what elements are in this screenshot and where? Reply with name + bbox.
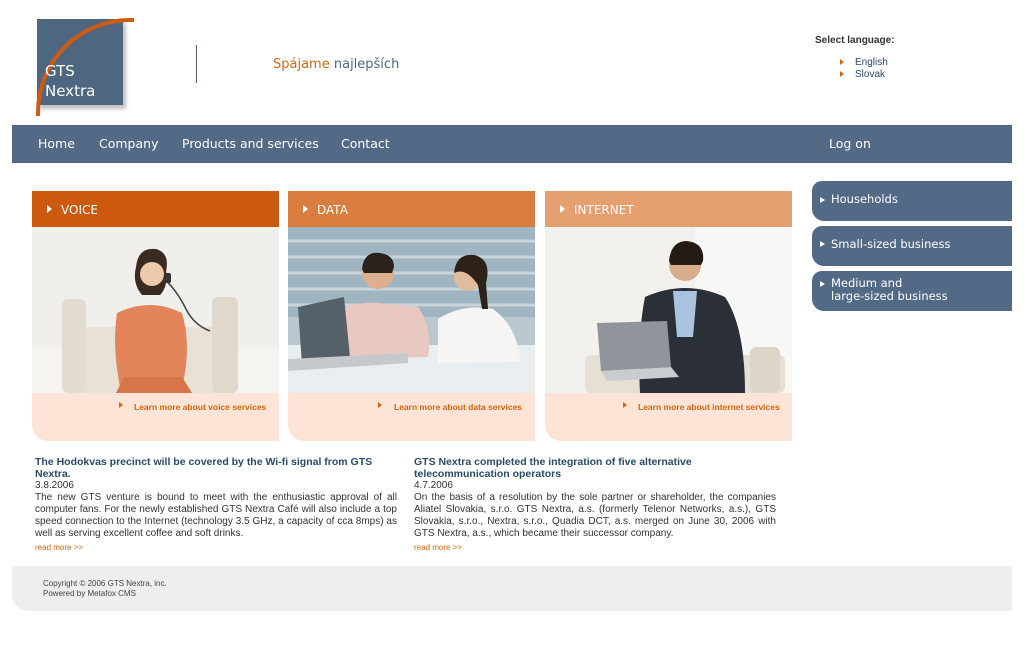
footer: Copyright © 2006 GTS Nextra, inc. Powere… xyxy=(12,566,1012,611)
nav-products-and-services[interactable]: Products and services xyxy=(182,136,319,151)
powered-by-text[interactable]: Powered by Metafox CMS xyxy=(43,589,136,598)
data-photo xyxy=(288,227,535,393)
language-option-english[interactable]: English xyxy=(840,57,888,69)
nav-log-on[interactable]: Log on xyxy=(829,136,871,151)
news-body: The new GTS venture is bound to meet wit… xyxy=(35,492,397,539)
internet-photo xyxy=(545,227,792,393)
news-title[interactable]: The Hodokvas precinct will be covered by… xyxy=(35,456,397,480)
bullet-arrow-icon xyxy=(840,71,844,77)
service-footer: Learn more about internet services xyxy=(545,393,792,441)
read-more-link[interactable]: read more >> xyxy=(414,542,462,554)
nav-contact[interactable]: Contact xyxy=(341,136,390,151)
voice-photo xyxy=(32,227,279,393)
language-list: English Slovak xyxy=(840,57,888,81)
nav-home[interactable]: Home xyxy=(38,136,75,151)
news-title[interactable]: GTS Nextra completed the integration of … xyxy=(414,456,776,480)
side-button-label: Medium and large-sized business xyxy=(831,277,948,303)
service-data: DATA Learn more about data services xyxy=(288,191,535,441)
play-arrow-icon xyxy=(303,205,308,213)
play-arrow-icon xyxy=(560,205,565,213)
side-button-small-business[interactable]: Small-sized business xyxy=(812,226,1012,266)
learn-more-internet-link[interactable]: Learn more about internet services xyxy=(638,402,780,412)
read-more-link[interactable]: read more >> xyxy=(35,542,83,554)
side-button-label: Households xyxy=(831,192,898,206)
language-option-slovak[interactable]: Slovak xyxy=(840,69,888,81)
learn-more-voice-link[interactable]: Learn more about voice services xyxy=(134,402,266,412)
news-body: On the basis of a resolution by the sole… xyxy=(414,492,776,539)
slogan-part1: Spájame xyxy=(273,57,330,72)
service-footer: Learn more about voice services xyxy=(32,393,279,441)
language-label: English xyxy=(855,57,888,68)
service-header-data[interactable]: DATA xyxy=(288,191,535,227)
service-title: DATA xyxy=(317,203,348,217)
side-button-households[interactable]: Households xyxy=(812,181,1012,221)
news-item: GTS Nextra completed the integration of … xyxy=(414,456,776,554)
side-button-label-line1: Medium and xyxy=(831,276,903,290)
side-button-medium-large-business[interactable]: Medium and large-sized business xyxy=(812,271,1012,311)
slogan-part2: najlepších xyxy=(333,57,400,72)
learn-more-data-link[interactable]: Learn more about data services xyxy=(394,402,522,412)
copyright-text: Copyright © 2006 GTS Nextra, inc. xyxy=(43,579,167,588)
news-date: 3.8.2006 xyxy=(35,480,74,491)
service-voice: VOICE Learn more about voice services xyxy=(32,191,279,441)
service-title: INTERNET xyxy=(574,203,634,217)
logo[interactable]: GTS Nextra xyxy=(30,15,134,116)
logo-text-line2: Nextra xyxy=(45,82,96,100)
play-arrow-icon xyxy=(820,241,825,247)
language-label: Slovak xyxy=(855,69,886,80)
language-title: Select language: xyxy=(815,35,895,46)
service-header-voice[interactable]: VOICE xyxy=(32,191,279,227)
play-arrow-icon xyxy=(47,205,52,213)
arrow-icon xyxy=(623,402,627,408)
service-title: VOICE xyxy=(61,203,98,217)
bullet-arrow-icon xyxy=(840,59,844,65)
side-button-label-line2: large-sized business xyxy=(831,289,948,303)
news-item: The Hodokvas precinct will be covered by… xyxy=(35,456,397,554)
slogan: Spájame najlepších xyxy=(273,57,399,72)
service-internet: INTERNET Learn more about internet servi… xyxy=(545,191,792,441)
header-divider xyxy=(196,45,197,83)
service-footer: Learn more about data services xyxy=(288,393,535,441)
service-header-internet[interactable]: INTERNET xyxy=(545,191,792,227)
play-arrow-icon xyxy=(820,197,825,203)
arrow-icon xyxy=(119,402,123,408)
nav-company[interactable]: Company xyxy=(99,136,158,151)
side-button-label: Small-sized business xyxy=(831,237,951,251)
arrow-icon xyxy=(378,402,382,408)
play-arrow-icon xyxy=(820,281,825,287)
main-nav: Home Company Products and services Conta… xyxy=(12,125,1012,163)
logo-text-line1: GTS xyxy=(45,62,75,80)
news-date: 4.7.2006 xyxy=(414,480,453,491)
